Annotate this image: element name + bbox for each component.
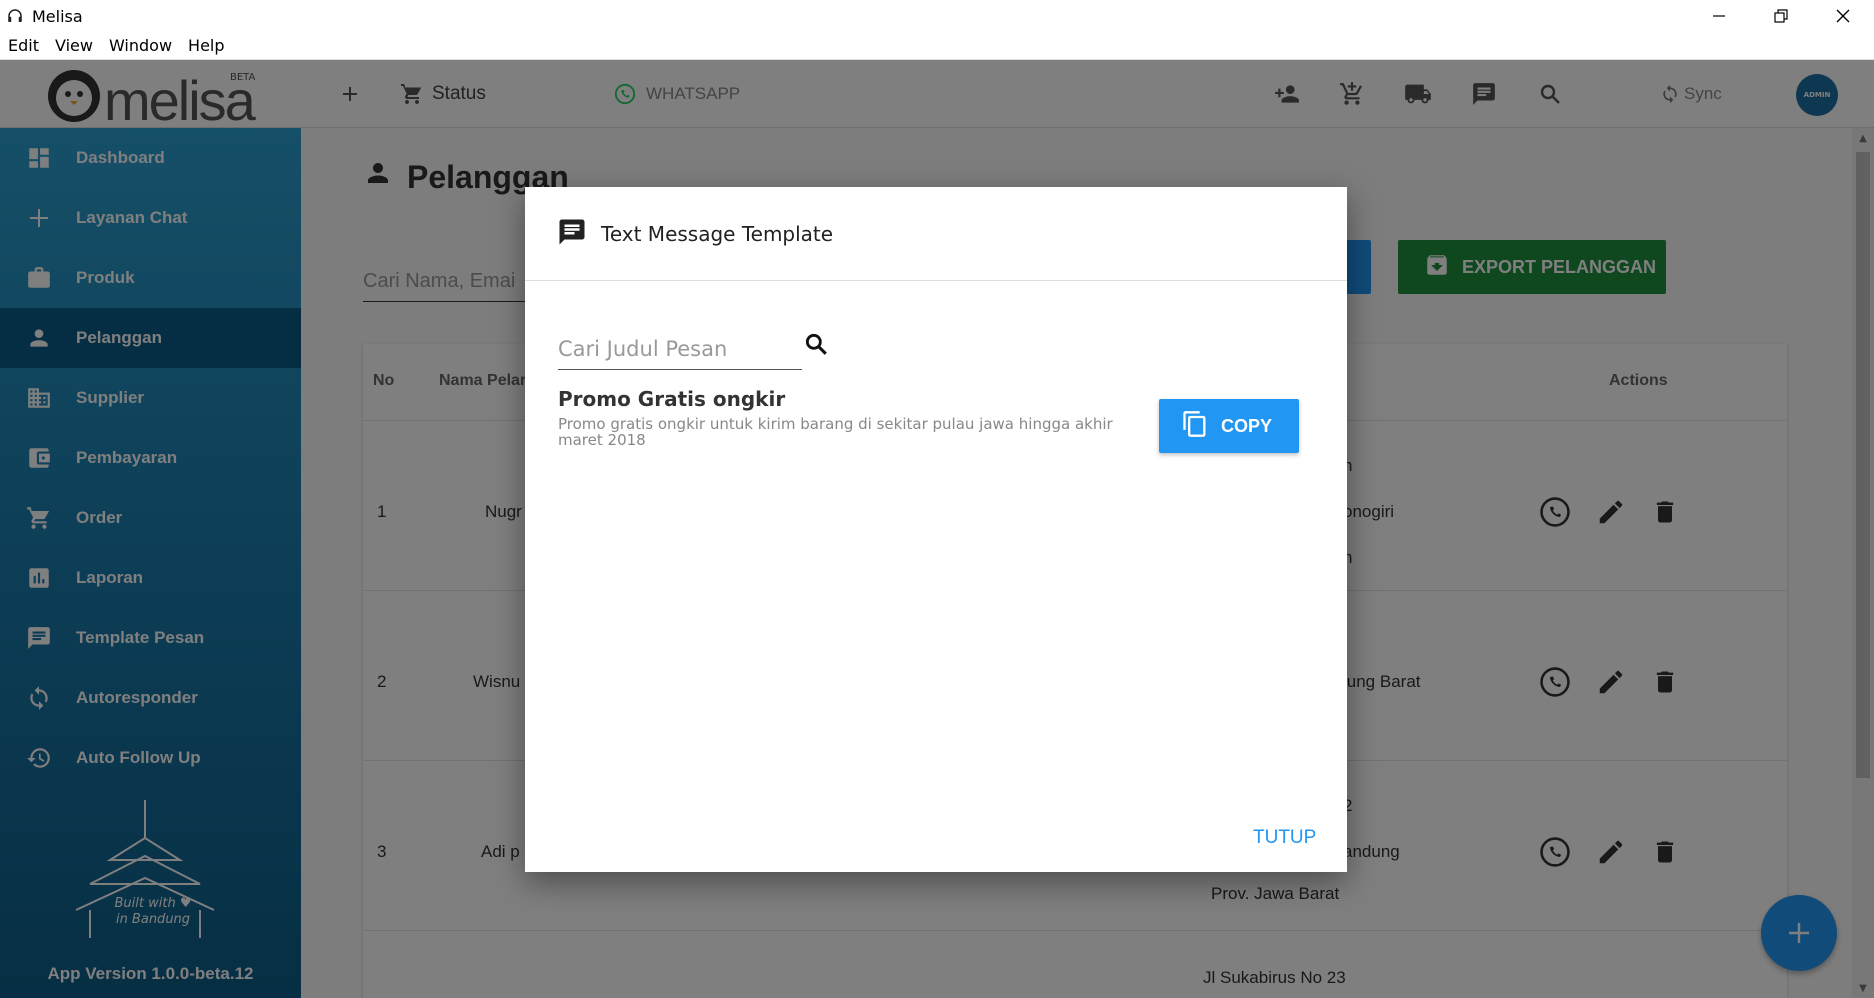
close-icon	[1836, 9, 1850, 23]
headset-icon	[4, 5, 26, 27]
restore-icon	[1774, 9, 1788, 23]
template-title: Promo Gratis ongkir	[558, 387, 786, 411]
text-message-template-dialog: Text Message Template Cari Judul Pesan P…	[525, 187, 1347, 872]
minimize-button[interactable]	[1688, 0, 1750, 32]
dialog-title: Text Message Template	[601, 221, 834, 246]
menu-help[interactable]: Help	[180, 36, 232, 55]
menu-edit[interactable]: Edit	[0, 36, 47, 55]
restore-button[interactable]	[1750, 0, 1812, 32]
menu-view[interactable]: View	[47, 36, 101, 55]
close-button[interactable]	[1812, 0, 1874, 32]
copy-label: COPY	[1221, 415, 1273, 436]
minimize-icon	[1713, 15, 1725, 17]
copy-button[interactable]: COPY	[1159, 399, 1299, 453]
menu-bar: Edit View Window Help	[0, 32, 1874, 60]
title-bar: Melisa	[0, 0, 1874, 32]
dialog-header: Text Message Template	[525, 187, 1347, 281]
template-description: Promo gratis ongkir untuk kirim barang d…	[558, 415, 1113, 449]
menu-window[interactable]: Window	[101, 36, 180, 55]
search-icon[interactable]	[801, 329, 831, 359]
template-search-input[interactable]: Cari Judul Pesan	[558, 337, 802, 370]
message-icon	[557, 217, 587, 251]
window-title: Melisa	[32, 6, 83, 26]
close-dialog-button[interactable]: TUTUP	[1253, 827, 1316, 849]
copy-icon	[1181, 410, 1209, 443]
